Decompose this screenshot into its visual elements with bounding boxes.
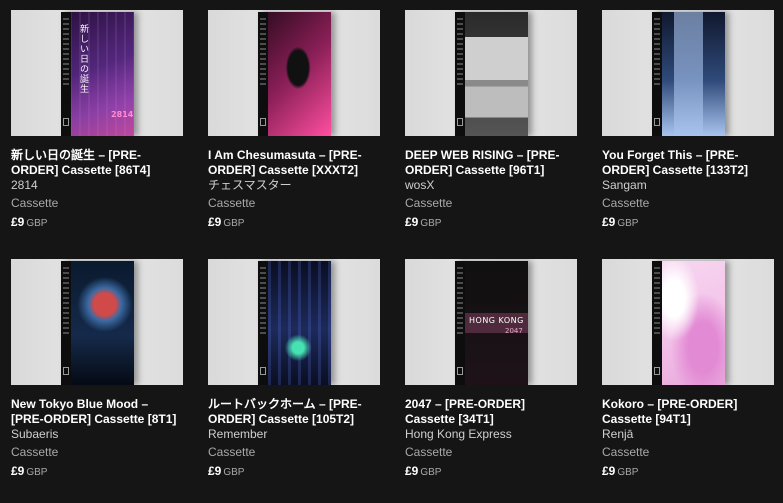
product-price: £9 GBP <box>602 214 774 231</box>
cassette-cover-art <box>61 261 134 385</box>
price-amount: £9 <box>208 215 222 229</box>
product-image[interactable] <box>208 259 380 385</box>
product-card[interactable]: New Tokyo Blue Mood – [PRE-ORDER] Casset… <box>11 259 183 480</box>
price-amount: £9 <box>11 464 25 478</box>
product-card[interactable]: 新しい日の誕生 2814 新しい日の誕生 – [PRE-ORDER] Casse… <box>11 10 183 231</box>
price-currency: GBP <box>420 467 442 478</box>
label-logo-icon <box>260 367 266 375</box>
price-currency: GBP <box>617 467 639 478</box>
product-price: £9 GBP <box>405 463 577 480</box>
product-title[interactable]: I Am Chesumasuta – [PRE-ORDER] Cassette … <box>208 148 380 178</box>
product-card[interactable]: I Am Chesumasuta – [PRE-ORDER] Cassette … <box>208 10 380 231</box>
product-format: Cassette <box>405 445 453 459</box>
product-format: Cassette <box>602 445 650 459</box>
product-price: £9 GBP <box>602 463 774 480</box>
label-logo-icon <box>457 367 463 375</box>
product-image[interactable] <box>602 10 774 136</box>
label-logo-icon <box>457 118 463 126</box>
price-currency: GBP <box>617 218 639 229</box>
product-card[interactable]: You Forget This – [PRE-ORDER] Cassette [… <box>602 10 774 231</box>
product-price: £9 GBP <box>11 214 183 231</box>
label-logo-icon <box>654 118 660 126</box>
cover-art-label: 2047 <box>505 327 523 335</box>
product-title[interactable]: DEEP WEB RISING – [PRE-ORDER] Cassette [… <box>405 148 577 178</box>
cassette-cover-art <box>455 12 528 136</box>
product-title[interactable]: ルートバックホーム – [PRE-ORDER] Cassette [105T2] <box>208 397 380 427</box>
product-image[interactable] <box>405 10 577 136</box>
price-currency: GBP <box>223 218 245 229</box>
price-currency: GBP <box>223 467 245 478</box>
product-card[interactable]: DEEP WEB RISING – [PRE-ORDER] Cassette [… <box>405 10 577 231</box>
product-format: Cassette <box>208 445 256 459</box>
product-artist[interactable]: Hong Kong Express <box>405 427 577 442</box>
product-image[interactable] <box>208 10 380 136</box>
product-price: £9 GBP <box>11 463 183 480</box>
product-format: Cassette <box>405 196 453 210</box>
product-image[interactable]: HONG KONG 2047 <box>405 259 577 385</box>
label-logo-icon <box>654 367 660 375</box>
price-currency: GBP <box>26 218 48 229</box>
product-format: Cassette <box>602 196 650 210</box>
product-image[interactable] <box>11 259 183 385</box>
price-amount: £9 <box>11 215 25 229</box>
product-image[interactable] <box>602 259 774 385</box>
product-title[interactable]: New Tokyo Blue Mood – [PRE-ORDER] Casset… <box>11 397 183 427</box>
label-logo-icon <box>63 118 69 126</box>
cassette-cover-art <box>258 261 331 385</box>
product-format: Cassette <box>208 196 256 210</box>
product-title[interactable]: 2047 – [PRE-ORDER] Cassette [34T1] <box>405 397 577 427</box>
product-card[interactable]: ルートバックホーム – [PRE-ORDER] Cassette [105T2]… <box>208 259 380 480</box>
price-currency: GBP <box>26 467 48 478</box>
cassette-cover-art <box>652 261 725 385</box>
product-price: £9 GBP <box>405 214 577 231</box>
product-artist[interactable]: チェスマスター <box>208 178 380 193</box>
price-amount: £9 <box>208 464 222 478</box>
product-artist[interactable]: Remember <box>208 427 380 442</box>
product-grid: 新しい日の誕生 2814 新しい日の誕生 – [PRE-ORDER] Casse… <box>0 0 783 503</box>
product-artist[interactable]: Renjā <box>602 427 774 442</box>
product-price: £9 GBP <box>208 463 380 480</box>
product-title[interactable]: 新しい日の誕生 – [PRE-ORDER] Cassette [86T4] <box>11 148 183 178</box>
product-title[interactable]: You Forget This – [PRE-ORDER] Cassette [… <box>602 148 774 178</box>
product-card[interactable]: HONG KONG 2047 2047 – [PRE-ORDER] Casset… <box>405 259 577 480</box>
product-artist[interactable]: wosX <box>405 178 577 193</box>
product-format: Cassette <box>11 196 59 210</box>
cassette-cover-art <box>258 12 331 136</box>
label-logo-icon <box>63 367 69 375</box>
product-artist[interactable]: Subaeris <box>11 427 183 442</box>
price-amount: £9 <box>405 464 419 478</box>
cassette-cover-art <box>652 12 725 136</box>
product-image[interactable]: 新しい日の誕生 2814 <box>11 10 183 136</box>
price-amount: £9 <box>405 215 419 229</box>
product-format: Cassette <box>11 445 59 459</box>
product-price: £9 GBP <box>208 214 380 231</box>
label-logo-icon <box>260 118 266 126</box>
product-artist[interactable]: 2814 <box>11 178 183 193</box>
product-card[interactable]: Kokoro – [PRE-ORDER] Cassette [94T1] Ren… <box>602 259 774 480</box>
cover-art-caption: HONG KONG <box>469 316 524 325</box>
cover-art-caption: 新しい日の誕生 <box>78 24 88 94</box>
product-title[interactable]: Kokoro – [PRE-ORDER] Cassette [94T1] <box>602 397 774 427</box>
price-currency: GBP <box>420 218 442 229</box>
product-artist[interactable]: Sangam <box>602 178 774 193</box>
cover-art-label: 2814 <box>111 110 134 119</box>
price-amount: £9 <box>602 464 616 478</box>
price-amount: £9 <box>602 215 616 229</box>
